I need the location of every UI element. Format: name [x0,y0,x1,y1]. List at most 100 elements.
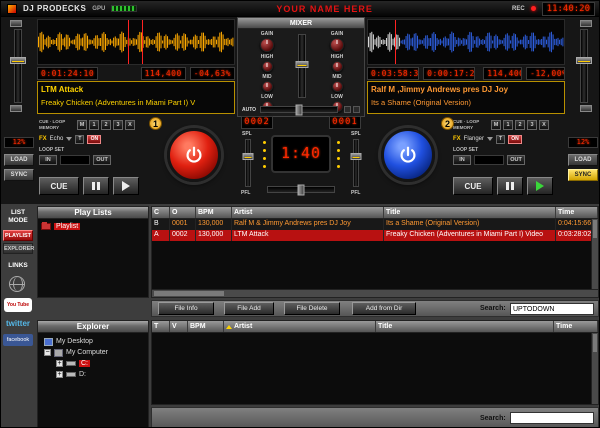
browser-search-input[interactable] [510,412,594,424]
left-mid-knob[interactable] [261,81,273,92]
mixer-icon[interactable] [353,106,360,113]
browser-col-v[interactable]: V [170,321,188,332]
mixer-icon[interactable] [344,106,351,113]
left-play-button[interactable] [167,128,221,182]
left-sync-button[interactable]: SYNC [4,169,34,181]
tree-node-drive-d[interactable]: D: [38,369,148,380]
playlists-panel: Play Lists Playlist [37,206,149,298]
left-cue-button[interactable]: CUE [39,177,79,195]
left-pitch-plus-button[interactable] [10,20,22,27]
track-table-hscrollbar[interactable] [152,289,598,297]
playlist-item[interactable]: Playlist [38,219,148,234]
browser-col-time[interactable]: Time [554,321,598,332]
memory-button[interactable]: 1 [503,119,513,130]
memory-button[interactable]: X [539,119,549,130]
fx-on-button[interactable]: ON [87,134,102,144]
playlist-mode-button[interactable]: PLAYLIST [3,230,33,241]
tree-node-my-desktop[interactable]: My Desktop [38,336,148,347]
track-col-c[interactable]: C [152,207,170,218]
left-play-transport-button[interactable] [113,177,139,195]
track-row[interactable]: B 0001 130,000 Ralf M & Jimmy Andrews pr… [152,219,598,230]
browser-table-scrollbar[interactable] [591,333,598,404]
left-load-button[interactable]: LOAD [4,154,34,166]
left-waveform[interactable] [37,19,235,65]
explorer-mode-button[interactable]: EXPLORER [3,243,34,254]
mixer-level-fader[interactable] [295,34,309,98]
fx-tap-button[interactable]: T [496,134,506,144]
left-gain-knob[interactable] [260,38,274,52]
track-table-scrollbar[interactable] [591,219,598,289]
youtube-link[interactable]: You Tube [4,298,32,312]
left-pitch-minus-button[interactable] [10,105,22,112]
memory-button[interactable]: 2 [515,119,525,130]
left-high-knob[interactable] [261,61,273,72]
fx-tap-button[interactable]: T [75,134,85,144]
mixer-title: MIXER [238,18,364,29]
chevron-down-icon[interactable] [487,137,494,141]
low-label: LOW [261,94,273,100]
memory-button[interactable]: 3 [113,119,123,130]
loop-out-button[interactable]: OUT [93,155,111,165]
loop-in-button[interactable]: IN [39,155,57,165]
track-col-time[interactable]: Time [556,207,598,218]
browser-col-artist[interactable]: Artist [224,321,376,332]
browser-col-t[interactable]: T [152,321,170,332]
file-info-button[interactable]: File Info [158,302,214,315]
right-sync-button[interactable]: SYNC [568,169,598,181]
memory-button[interactable]: M [77,119,87,130]
auto-mix-button[interactable]: AUTO [242,107,256,113]
facebook-link[interactable]: facebook [3,334,33,346]
memory-button[interactable]: M [491,119,501,130]
pause-icon [506,182,509,190]
fx-label: FX [39,136,47,142]
file-add-button[interactable]: File Add [224,302,274,315]
expander-icon[interactable] [44,349,51,356]
chevron-down-icon[interactable] [66,137,73,141]
left-pause-button[interactable] [83,177,109,195]
globe-icon[interactable] [9,276,25,292]
sort-asc-icon [226,324,232,329]
tree-node-my-computer[interactable]: My Computer [38,347,148,358]
loop-in-button[interactable]: IN [453,155,471,165]
track-row[interactable]: A 0002 130,000 LTM Attack Freaky Chicken… [152,230,598,241]
right-mid-knob[interactable] [331,81,343,92]
left-pitch-fader[interactable] [10,29,26,103]
expander-icon[interactable] [56,360,63,367]
memory-button[interactable]: 1 [89,119,99,130]
spl-label: SPL [351,131,361,137]
right-play-button[interactable] [381,128,435,182]
right-cue-button[interactable]: CUE [453,177,493,195]
right-pfl-fader[interactable] [350,139,362,187]
right-load-button[interactable]: LOAD [568,154,598,166]
left-pfl-fader[interactable] [242,139,254,187]
loop-out-button[interactable]: OUT [507,155,525,165]
add-from-dir-button[interactable]: Add from Dir [352,302,416,315]
tree-node-drive-c[interactable]: C: [38,358,148,369]
right-pitch-plus-button[interactable] [580,20,592,27]
track-col-artist[interactable]: Artist [232,207,384,218]
beat-time-display: 1:40 [271,135,331,173]
twitter-link[interactable]: twitter [2,319,34,328]
track-col-title[interactable]: Title [384,207,556,218]
expander-icon[interactable] [56,371,63,378]
track-col-bpm[interactable]: BPM [196,207,232,218]
mix-fader[interactable] [267,184,335,195]
track-col-o[interactable]: O [170,207,196,218]
memory-button[interactable]: X [125,119,135,130]
memory-button[interactable]: 2 [101,119,111,130]
track-search-input[interactable] [510,303,594,315]
memory-button[interactable]: 3 [527,119,537,130]
crossfader[interactable] [260,104,338,115]
right-high-knob[interactable] [331,61,343,72]
right-pitch-fader[interactable] [576,29,592,103]
right-pause-button[interactable] [497,177,523,195]
right-gain-knob[interactable] [330,38,344,52]
banner-text: YOUR NAME HERE [276,3,373,14]
fx-on-button[interactable]: ON [508,134,523,144]
browser-col-title[interactable]: Title [376,321,554,332]
right-waveform[interactable] [367,19,565,65]
browser-col-bpm[interactable]: BPM [188,321,224,332]
right-play-transport-button[interactable] [527,177,553,195]
file-delete-button[interactable]: File Delete [284,302,340,315]
right-pitch-minus-button[interactable] [580,105,592,112]
